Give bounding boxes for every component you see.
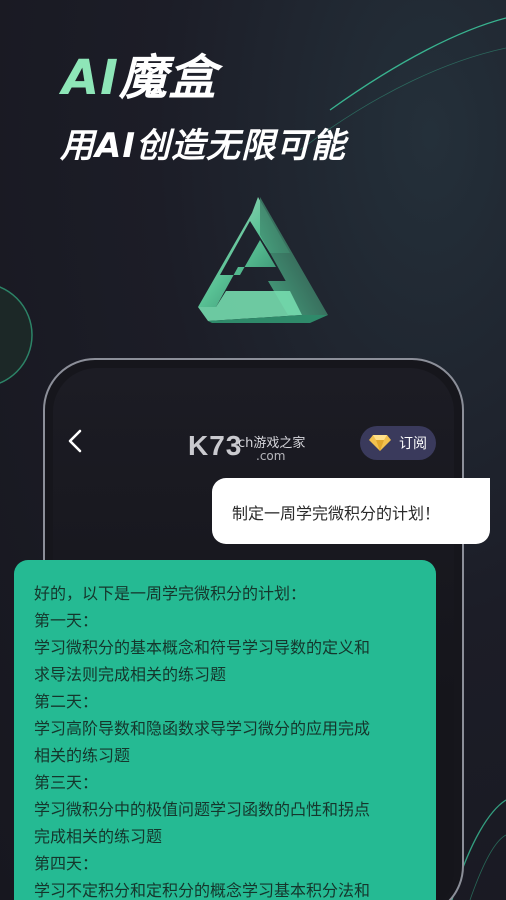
user-message-bubble: 制定一周学完微积分的计划！ xyxy=(212,478,490,544)
ai-message-line: 第四天： xyxy=(34,854,99,873)
ai-message-line: 第一天： xyxy=(34,611,99,630)
back-button[interactable] xyxy=(67,428,83,461)
app-promo-screen: AI魔盒 用AI创造无限可能 K73 ch游戏之家 .com 订阅 制定一周学完… xyxy=(0,0,506,900)
chevron-left-icon xyxy=(68,429,82,453)
user-message-text: 制定一周学完微积分的计划！ xyxy=(232,504,441,523)
watermark-logo: K73 xyxy=(188,430,243,461)
ai-message-line: 相关的练习题 xyxy=(34,746,131,765)
subscribe-button[interactable]: 订阅 xyxy=(360,426,436,460)
ai-message-line: 第三天： xyxy=(34,773,99,792)
ai-message-line: 第二天： xyxy=(34,692,99,711)
ai-message-line: 学习不定积分和定积分的概念学习基本积分法和 xyxy=(34,881,371,900)
app-logo-icon xyxy=(198,197,328,323)
ai-message-line: 完成相关的练习题 xyxy=(34,827,163,846)
app-title: AI魔盒 xyxy=(62,38,217,108)
app-title-rest: 魔盒 xyxy=(119,50,218,106)
watermark-domain: .com xyxy=(256,449,286,463)
diamond-icon xyxy=(369,435,391,451)
ai-message-line: 学习高阶导数和隐函数求导学习微分的应用完成 xyxy=(34,719,371,738)
app-tagline: 用AI创造无限可能 xyxy=(60,126,346,166)
app-title-ai: AI xyxy=(62,50,120,106)
ai-message-line: 学习微积分的基本概念和符号学习导数的定义和 xyxy=(34,638,371,657)
ai-message-line: 好的，以下是一周学完微积分的计划： xyxy=(34,584,307,603)
ai-message-line: 学习微积分中的极值问题学习函数的凸性和拐点 xyxy=(34,800,371,819)
ai-message-line: 求导法则完成相关的练习题 xyxy=(34,665,227,684)
ai-message-bubble: 好的，以下是一周学完微积分的计划： 第一天： 学习微积分的基本概念和符号学习导数… xyxy=(14,560,436,900)
subscribe-label: 订阅 xyxy=(399,436,427,452)
